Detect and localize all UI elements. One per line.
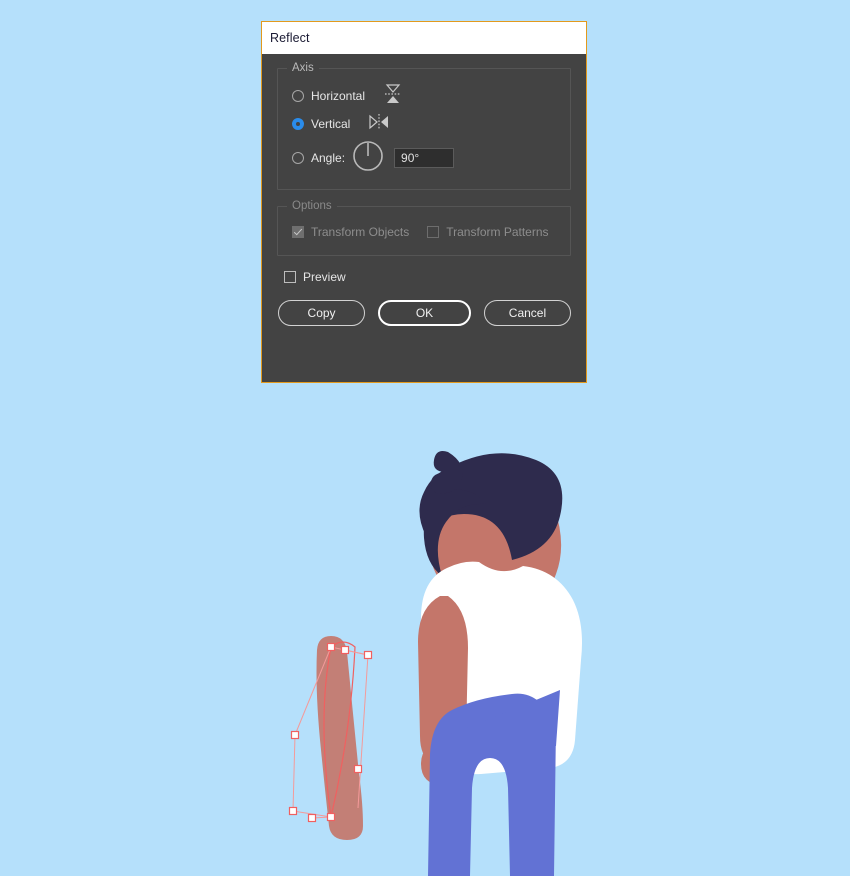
reflect-horizontal-icon [383,83,403,110]
dialog-body: Axis Horizontal Vertical Angle: 90° Opti… [262,54,586,382]
checkbox-transform-objects[interactable] [292,226,304,238]
person-neck [466,537,519,617]
bezier-handles [292,646,369,819]
axis-option-angle[interactable]: Angle: 90° [292,140,556,177]
person-figure [418,451,582,876]
axis-option-vertical[interactable]: Vertical [292,113,556,135]
axis-group: Axis Horizontal Vertical Angle: 90° [277,61,571,190]
anchor-point [340,645,350,655]
dialog-button-row: Copy OK Cancel [278,300,572,326]
checkbox-transform-objects-label: Transform Objects [311,225,410,239]
anchor-point [290,730,300,740]
path-anchor-points [288,642,373,823]
stick-path-outline [323,641,356,818]
angle-dial-icon[interactable] [352,140,384,177]
axis-option-horizontal-label: Horizontal [311,89,366,103]
preview-label: Preview [303,270,346,284]
person-ear [439,506,476,555]
reflect-vertical-icon [368,112,390,137]
person-back-arm [512,600,557,738]
person-hand [421,742,467,787]
axis-option-horizontal[interactable]: Horizontal [292,83,556,110]
person-pants [428,693,556,876]
person-shirt-fold [425,660,553,763]
illustration-canvas[interactable]: Reflect Axis Horizontal Vertical Angle: … [0,0,850,876]
person-hair-side [423,489,486,576]
person-shirt [421,561,582,775]
reflect-dialog[interactable]: Reflect Axis Horizontal Vertical Angle: … [261,21,587,383]
checkbox-transform-patterns-label: Transform Patterns [446,225,549,239]
axis-group-legend: Axis [287,61,319,75]
axis-option-vertical-label: Vertical [311,117,351,131]
checkbox-preview[interactable] [284,271,296,283]
person-front-arm [418,596,468,767]
radio-horizontal[interactable] [292,90,304,102]
anchor-point [363,650,373,660]
cancel-button[interactable]: Cancel [483,300,572,326]
person-hair [419,453,563,560]
copy-button[interactable]: Copy [278,300,366,326]
anchor-point [353,764,363,774]
angle-input[interactable]: 90° [394,148,455,168]
checkbox-transform-patterns[interactable] [427,226,440,238]
stick-shape [316,636,363,840]
options-group: Options Transform Objects Transform Patt… [277,199,571,256]
anchor-point [326,812,336,822]
dialog-titlebar[interactable]: Reflect [262,22,586,54]
selected-stick-object [288,636,373,840]
anchor-point [326,642,336,652]
person-head [427,470,562,615]
preview-option[interactable]: Preview [284,270,571,284]
anchor-point [288,806,298,816]
person-pants-hip [450,690,560,760]
axis-option-angle-label: Angle: [311,151,346,165]
options-group-legend: Options [287,199,337,213]
dialog-title: Reflect [270,31,310,45]
anchor-point [307,813,317,823]
radio-angle[interactable] [292,152,304,164]
radio-vertical[interactable] [292,118,304,130]
ok-button[interactable]: OK [378,300,471,326]
person-hair-curl [430,451,463,494]
